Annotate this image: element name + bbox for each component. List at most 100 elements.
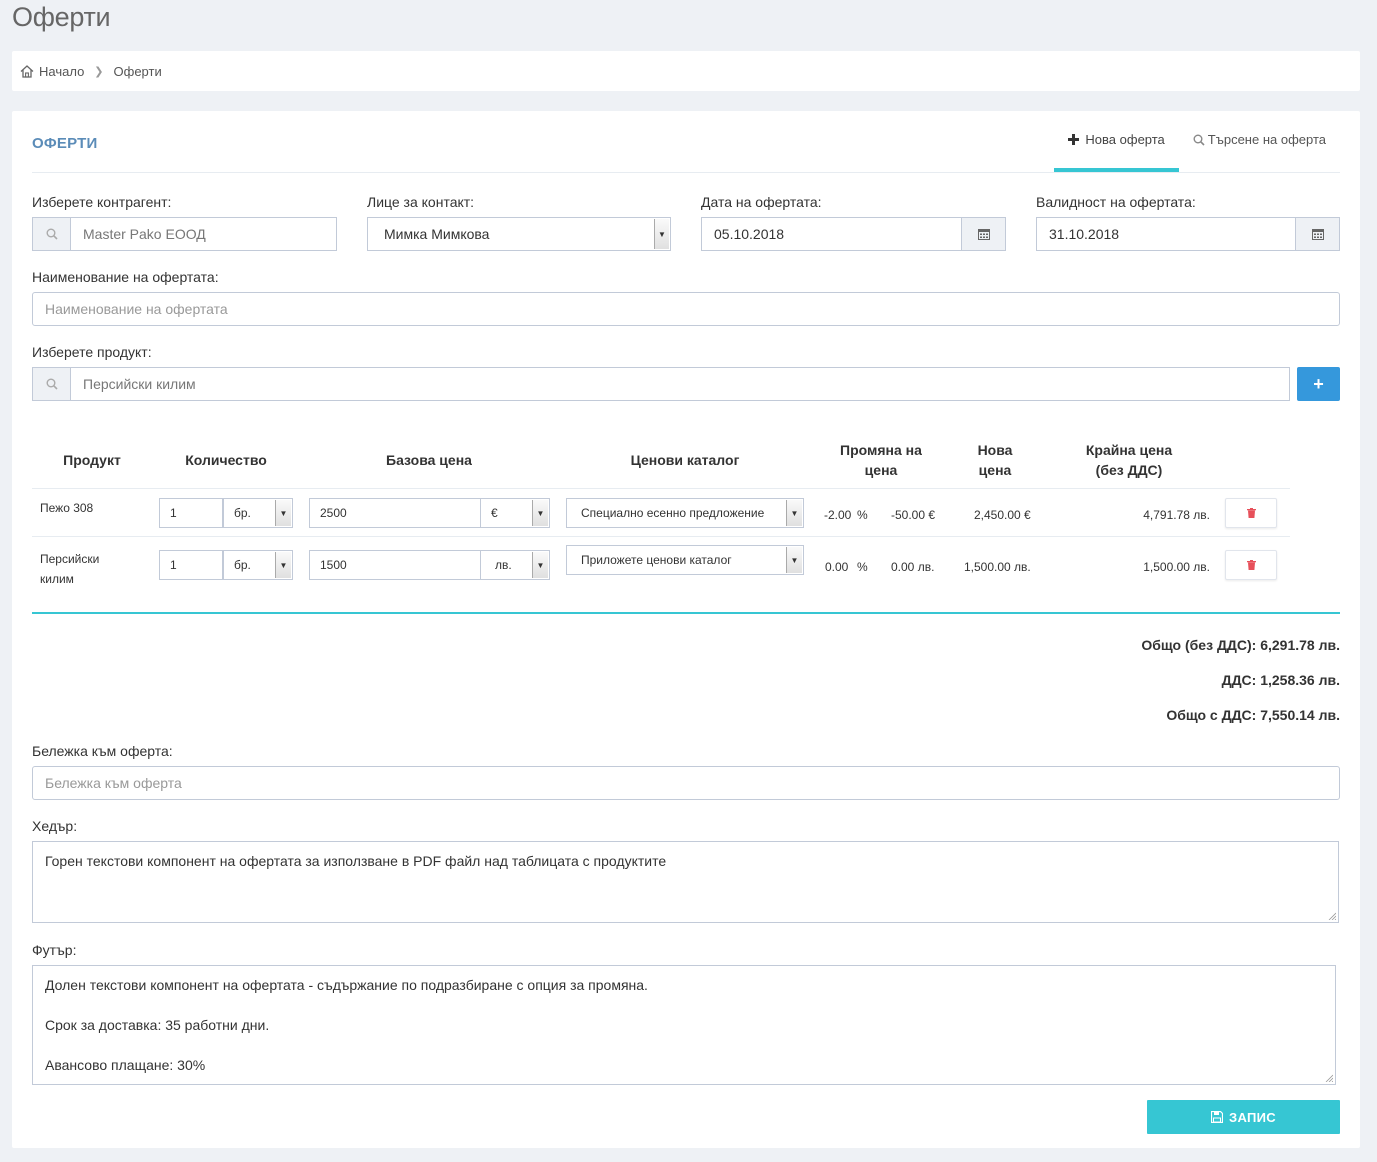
tab-new-offer-label: Нова оферта: [1085, 132, 1165, 147]
add-product-button[interactable]: +: [1297, 367, 1340, 401]
row-final-price: 4,791.78 лв.: [1143, 508, 1210, 522]
footer-text-line1: Долен текстови компонент на офертата - с…: [45, 977, 648, 993]
contact-select[interactable]: Мимка Мимкова ▼: [367, 217, 671, 251]
breadcrumb: Начало ❯ Оферти: [12, 51, 1360, 91]
validity-input[interactable]: 31.10.2018: [1036, 217, 1297, 251]
row-delete-button[interactable]: [1225, 550, 1277, 580]
row-catalog-select[interactable]: Приложете ценови каталог ▼: [566, 545, 804, 575]
col-header-new-line1: Нова: [977, 442, 1013, 458]
floppy-disk-icon: [1211, 1111, 1224, 1123]
col-header-new-price: Нова цена: [955, 440, 1035, 480]
offer-date-input[interactable]: 05.10.2018: [701, 217, 962, 251]
chevron-down-icon: ▼: [786, 547, 802, 573]
validity-label: Валидност на офертата:: [1036, 194, 1196, 210]
row-product-name: Персийски килим: [40, 549, 99, 589]
row-change-percent: 0.00: [825, 560, 849, 574]
trash-icon: [1246, 508, 1256, 518]
row-currency-select[interactable]: € ▼: [480, 498, 550, 528]
col-header-quantity: Количество: [185, 452, 267, 468]
contractor-search-addon: [32, 217, 71, 251]
search-icon: [1193, 134, 1205, 146]
breadcrumb-home-link[interactable]: Начало: [39, 64, 84, 79]
panel-title: ОФЕРТИ: [32, 135, 98, 152]
col-header-final-line1: Крайна цена: [1085, 442, 1173, 458]
product-input[interactable]: Персийски килим: [70, 367, 1290, 401]
row-price-input[interactable]: 2500: [309, 498, 481, 528]
footer-blank-line: [45, 1035, 1323, 1055]
total-text: Общо с ДДС: 7,550.14 лв.: [1166, 707, 1340, 723]
tab-search-offer[interactable]: Търсене на оферта: [1179, 111, 1340, 172]
row-qty-input[interactable]: 1: [159, 498, 223, 528]
row-new-price: 1,500.00 лв.: [964, 560, 1031, 574]
resize-handle-icon[interactable]: [1325, 1074, 1333, 1082]
chevron-down-icon: ▼: [275, 552, 291, 578]
save-button[interactable]: ЗАПИС: [1147, 1100, 1340, 1134]
table-row-divider: [32, 536, 1290, 537]
offer-name-label: Наименование на офертата:: [32, 269, 219, 285]
chevron-right-icon: ❯: [94, 65, 104, 78]
footer-text-line2: Срок за доставка: 35 работни дни.: [45, 1017, 270, 1033]
plus-icon: [1068, 134, 1080, 145]
row-unit-select[interactable]: бр. ▼: [223, 498, 293, 528]
chevron-down-icon: ▼: [532, 552, 548, 578]
row-currency-value: лв.: [495, 558, 512, 572]
row-catalog-select[interactable]: Специално есенно предложение ▼: [566, 498, 804, 528]
validity-calendar-button[interactable]: [1295, 217, 1340, 251]
offer-date-label: Дата на офертата:: [701, 194, 822, 210]
col-header-change-line2: цена: [864, 462, 898, 478]
footer-blank-line: [45, 995, 1323, 1015]
save-button-label: ЗАПИС: [1229, 1109, 1276, 1125]
row-unit-value: бр.: [234, 558, 251, 572]
row-currency-value: €: [491, 506, 498, 520]
note-input[interactable]: Бележка към оферта: [32, 766, 1340, 800]
row-product-name-line1: Персийски: [40, 552, 100, 566]
header-label: Хедър:: [32, 818, 78, 834]
row-change-amount: 0.00 лв.: [891, 560, 935, 574]
col-header-product: Продукт: [63, 452, 121, 468]
tabs: Нова оферта Търсене на оферта: [1054, 111, 1340, 172]
tab-search-offer-label: Търсене на оферта: [1207, 132, 1326, 147]
contact-select-value: Мимка Мимкова: [384, 226, 490, 242]
row-product-name: Пежо 308: [40, 501, 94, 515]
chevron-down-icon: ▼: [532, 500, 548, 526]
row-unit-select[interactable]: бр. ▼: [223, 550, 293, 580]
row-change-amount: -50.00 €: [891, 508, 936, 522]
product-label: Изберете продукт:: [32, 344, 152, 360]
contractor-label: Изберете контрагент:: [32, 194, 172, 210]
row-percent-sign: %: [857, 560, 868, 574]
resize-handle-icon[interactable]: [1328, 912, 1336, 920]
contact-label: Лице за контакт:: [367, 194, 475, 210]
footer-textarea[interactable]: Долен текстови компонент на офертата - с…: [32, 965, 1336, 1085]
offer-name-input[interactable]: Наименование на офертата: [32, 292, 1340, 326]
tab-new-offer[interactable]: Нова оферта: [1054, 111, 1179, 172]
row-catalog-value: Специално есенно предложение: [581, 506, 765, 520]
col-header-base-price: Базова цена: [386, 452, 472, 468]
col-header-final-price: Крайна цена (без ДДС): [1069, 440, 1189, 480]
tabs-divider: [32, 172, 1340, 173]
calendar-icon: [977, 229, 990, 240]
totals-divider: [32, 612, 1340, 614]
row-currency-select[interactable]: лв. ▼: [480, 550, 550, 580]
row-product-name-line2: килим: [40, 572, 74, 586]
chevron-down-icon: ▼: [275, 500, 291, 526]
col-header-new-line2: цена: [978, 462, 1012, 478]
search-icon: [46, 228, 58, 240]
col-header-catalog: Ценови каталог: [630, 452, 740, 468]
contractor-input[interactable]: Master Pako ЕООД: [70, 217, 337, 251]
row-change-percent: -2.00: [824, 508, 852, 522]
search-icon: [46, 378, 58, 390]
chevron-down-icon: ▼: [654, 219, 669, 249]
row-price-input[interactable]: 1500: [309, 550, 481, 580]
chevron-down-icon: ▼: [786, 500, 802, 526]
offer-date-calendar-button[interactable]: [961, 217, 1006, 251]
row-qty-input[interactable]: 1: [159, 550, 223, 580]
offer-panel: ОФЕРТИ Нова оферта Търсене на оферта Изб…: [12, 111, 1360, 1148]
col-header-change: Промяна на цена: [824, 440, 938, 480]
header-text: Горен текстови компонент на офертата за …: [45, 853, 667, 869]
header-textarea[interactable]: Горен текстови компонент на офертата за …: [32, 841, 1339, 923]
row-delete-button[interactable]: [1225, 498, 1277, 528]
home-icon: [20, 64, 34, 78]
row-catalog-value: Приложете ценови каталог: [581, 553, 732, 567]
vat-text: ДДС: 1,258.36 лв.: [1221, 672, 1340, 688]
page-title: Оферти: [12, 2, 111, 32]
